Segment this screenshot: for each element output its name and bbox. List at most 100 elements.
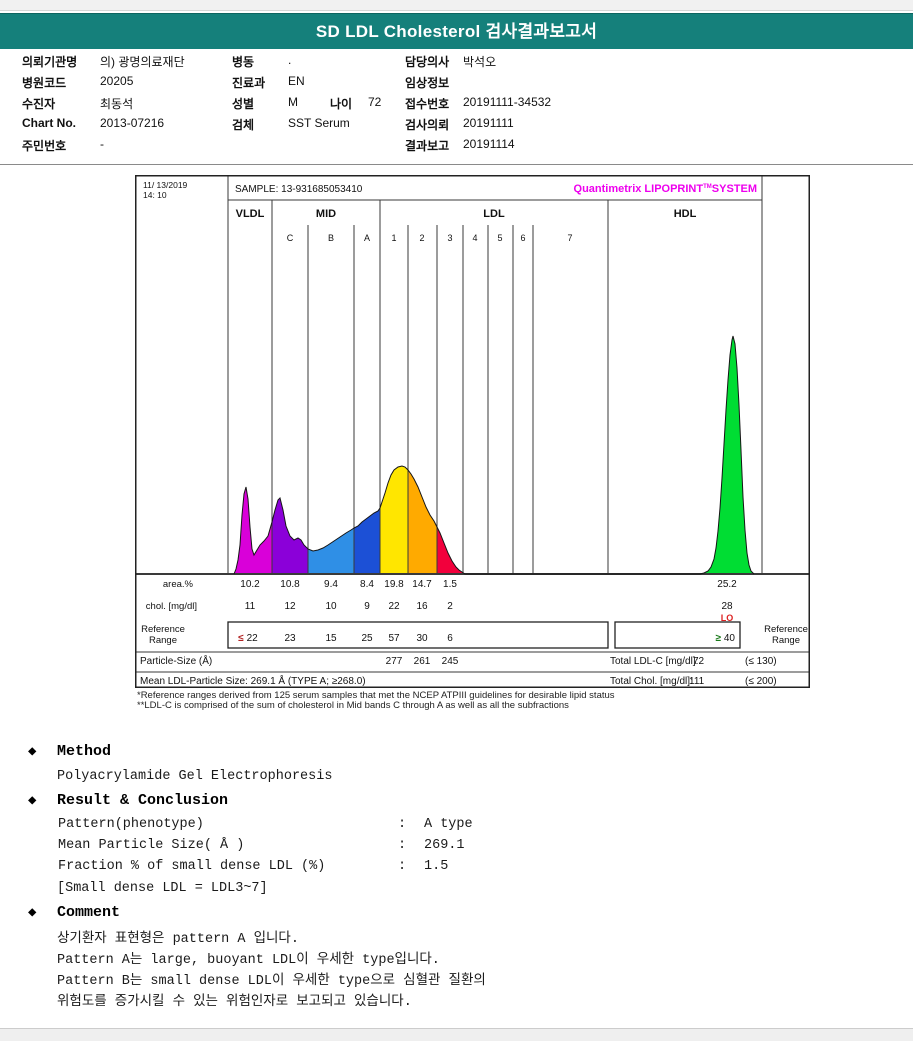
comment-line: 위험도를 증가시킬 수 있는 위험인자로 보고되고 있습니다. bbox=[57, 995, 412, 1010]
band-sub-label: 7 bbox=[567, 233, 572, 243]
ref-value: 15 bbox=[325, 633, 337, 644]
chol-value: 9 bbox=[364, 601, 370, 612]
field-value: M bbox=[288, 95, 298, 109]
ref-value: 57 bbox=[388, 633, 400, 644]
ref-row-label: Reference bbox=[764, 624, 808, 635]
field-label: 담당의사 bbox=[405, 55, 450, 69]
field-label: 결과보고 bbox=[405, 139, 450, 153]
field-label: 병원코드 bbox=[22, 76, 67, 90]
ref-row-label: Range bbox=[149, 635, 177, 646]
chol-value: 22 bbox=[388, 601, 400, 612]
total-chol-label: Total Chol. [mg/dl]: bbox=[610, 676, 693, 687]
field-value: SST Serum bbox=[288, 116, 350, 130]
ref-row-label: Reference bbox=[141, 624, 185, 635]
area-value: 1.5 bbox=[443, 579, 457, 590]
band-group-label: LDL bbox=[483, 208, 505, 220]
bottom-margin-strip bbox=[0, 1028, 913, 1041]
field-label: 임상정보 bbox=[405, 76, 450, 90]
band-sub-label: B bbox=[328, 233, 334, 243]
area-value: 10.8 bbox=[280, 579, 300, 590]
brand-logo: Quantimetrix LIPOPRINTTMSYSTEM bbox=[574, 183, 757, 195]
band-sub-label: 4 bbox=[472, 233, 477, 243]
result-note: [Small dense LDL = LDL3~7] bbox=[57, 881, 268, 896]
band-sub-label: 3 bbox=[447, 233, 452, 243]
band-group-label: MID bbox=[316, 208, 336, 220]
area-value: 25.2 bbox=[717, 579, 737, 590]
field-value: - bbox=[100, 137, 104, 151]
particle-size-value: 245 bbox=[442, 656, 459, 667]
band-fill-LDL1 bbox=[380, 466, 408, 574]
area-value: 9.4 bbox=[324, 579, 338, 590]
band-fill-VLDL bbox=[234, 487, 272, 574]
diamond-icon: ◆ bbox=[28, 744, 37, 760]
mean-particle-size: Mean LDL-Particle Size: 269.1 Å (TYPE A;… bbox=[140, 674, 366, 687]
field-value: 72 bbox=[368, 95, 382, 109]
section-title-method: Method bbox=[57, 743, 112, 760]
band-group-label: HDL bbox=[674, 208, 697, 220]
field-label: Chart No. bbox=[22, 116, 76, 130]
field-label: 검사의뢰 bbox=[405, 118, 450, 132]
result-value: 1.5 bbox=[424, 859, 449, 874]
chol-value: 2 bbox=[447, 601, 453, 612]
sample-id: SAMPLE: 13-931685053410 bbox=[235, 184, 363, 195]
section-title-result: Result & Conclusion bbox=[57, 792, 229, 809]
total-ldl-value: 72 bbox=[693, 656, 705, 667]
field-label: 검체 bbox=[232, 118, 255, 132]
chol-value: 28 bbox=[721, 601, 733, 612]
band-fill-LDL3 bbox=[437, 527, 465, 574]
field-value: EN bbox=[288, 74, 305, 88]
ref-value: 23 bbox=[284, 633, 296, 644]
total-chol-ref: (≤ 200) bbox=[745, 676, 777, 687]
chol-value: 10 bbox=[325, 601, 337, 612]
field-value: 20191114 bbox=[463, 137, 515, 151]
field-label: 주민번호 bbox=[22, 139, 67, 153]
band-group-label: VLDL bbox=[236, 208, 265, 220]
run-time: 14: 10 bbox=[143, 190, 167, 200]
area-value: 10.2 bbox=[240, 579, 260, 590]
band-sub-label: 2 bbox=[419, 233, 424, 243]
field-label: 접수번호 bbox=[405, 97, 450, 111]
result-value: A type bbox=[424, 817, 473, 832]
comment-line: 상기환자 표현형은 pattern A 입니다. bbox=[57, 932, 299, 947]
run-date: 11/ 13/2019 bbox=[143, 180, 188, 190]
band-sub-label: C bbox=[287, 233, 294, 243]
result-colon: : bbox=[398, 859, 407, 874]
field-label: 수진자 bbox=[22, 97, 56, 111]
particle-size-value: 261 bbox=[414, 656, 431, 667]
field-value: 의) 광명의료재단 bbox=[100, 55, 185, 69]
area-value: 14.7 bbox=[412, 579, 432, 590]
field-value: 20191111 bbox=[463, 116, 514, 130]
band-sub-label: A bbox=[364, 233, 370, 243]
field-label: 의뢰기관명 bbox=[22, 55, 78, 69]
ref-row-label: Range bbox=[772, 635, 800, 646]
chol-row-label: chol. [mg/dl] bbox=[146, 601, 197, 612]
band-fill-LDL2 bbox=[408, 470, 437, 574]
lipoprint-chart: 11/ 13/201914: 10 SAMPLE: 13-931685053410… bbox=[135, 175, 810, 688]
result-colon: : bbox=[398, 838, 407, 853]
comment-line: Pattern B는 small dense LDL이 우세한 type으로 심… bbox=[57, 974, 486, 989]
band-sub-label: 6 bbox=[520, 233, 525, 243]
report-title-bar: SD LDL Cholesterol 검사결과보고서 bbox=[0, 13, 913, 49]
result-label: Pattern(phenotype) bbox=[58, 817, 204, 832]
area-row-label: area.% bbox=[163, 579, 194, 590]
comment-line: Pattern A는 large, buoyant LDL이 우세한 type입… bbox=[57, 953, 440, 968]
particle-row-label: Particle-Size (Å) bbox=[140, 654, 212, 667]
result-colon: : bbox=[398, 817, 407, 832]
field-label: 나이 bbox=[330, 97, 353, 111]
result-label: Mean Particle Size( Å ) bbox=[58, 838, 245, 853]
ref-value: 25 bbox=[361, 633, 373, 644]
chol-value: 11 bbox=[245, 601, 256, 612]
chart-footnote: **LDL-C is comprised of the sum of chole… bbox=[137, 700, 569, 711]
area-value: 19.8 bbox=[384, 579, 404, 590]
field-label: 병동 bbox=[232, 55, 255, 69]
chart-frame bbox=[135, 175, 810, 688]
result-value: 269.1 bbox=[424, 838, 465, 853]
total-chol-value: 111 bbox=[689, 676, 705, 687]
chol-value: 16 bbox=[416, 601, 428, 612]
particle-size-value: 277 bbox=[386, 656, 403, 667]
total-ldl-ref: (≤ 130) bbox=[745, 656, 777, 667]
area-value: 8.4 bbox=[360, 579, 374, 590]
field-value: 20191111-34532 bbox=[463, 95, 552, 109]
field-value: 최동석 bbox=[100, 97, 134, 111]
section-title-comment: Comment bbox=[57, 904, 121, 921]
